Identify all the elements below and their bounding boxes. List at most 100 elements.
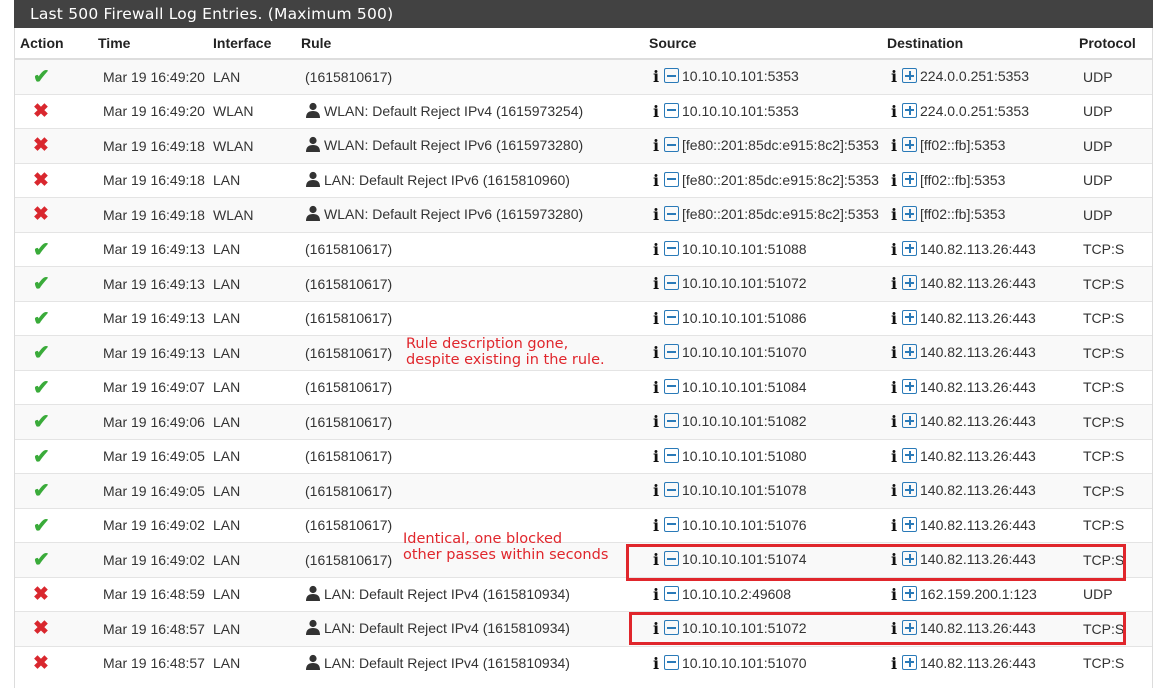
user-icon[interactable] [305, 585, 321, 604]
plus-square-icon[interactable] [902, 171, 917, 187]
info-icon[interactable]: i [891, 102, 899, 121]
user-icon[interactable] [305, 654, 321, 673]
block-x-icon[interactable]: ✖ [33, 618, 49, 639]
user-icon[interactable] [305, 205, 321, 224]
minus-square-icon[interactable] [664, 68, 679, 84]
plus-square-icon[interactable] [902, 68, 917, 84]
info-icon[interactable]: i [653, 274, 661, 293]
table-row: ✖ Mar 19 16:49:18 WLAN WLAN: Default Reject… [15, 128, 1152, 163]
info-icon[interactable]: i [891, 309, 899, 328]
minus-square-icon[interactable] [664, 413, 679, 429]
minus-square-icon[interactable] [664, 482, 679, 498]
info-icon[interactable]: i [653, 585, 661, 604]
column-header-time[interactable]: Time [98, 28, 213, 60]
plus-square-icon[interactable] [902, 447, 917, 463]
pass-check-icon[interactable]: ✔ [33, 446, 50, 468]
minus-square-icon[interactable] [664, 309, 679, 325]
pass-check-icon[interactable]: ✔ [33, 342, 50, 364]
block-x-icon[interactable]: ✖ [33, 653, 49, 674]
minus-square-icon[interactable] [664, 516, 679, 532]
info-icon[interactable]: i [653, 481, 661, 500]
info-icon[interactable]: i [891, 654, 899, 673]
info-icon[interactable]: i [653, 343, 661, 362]
pass-check-icon[interactable]: ✔ [33, 66, 50, 88]
info-icon[interactable]: i [891, 274, 899, 293]
info-icon[interactable]: i [653, 378, 661, 397]
info-icon[interactable]: i [891, 240, 899, 259]
pass-check-icon[interactable]: ✔ [33, 480, 50, 502]
info-icon[interactable]: i [891, 136, 899, 155]
minus-square-icon[interactable] [664, 206, 679, 222]
action-cell: ✔ [15, 266, 98, 301]
info-icon[interactable]: i [653, 447, 661, 466]
column-header-rule[interactable]: Rule [301, 28, 649, 60]
block-x-icon[interactable]: ✖ [33, 170, 49, 191]
pass-check-icon[interactable]: ✔ [33, 239, 50, 261]
user-icon[interactable] [305, 136, 321, 155]
info-icon[interactable]: i [891, 343, 899, 362]
user-icon[interactable] [305, 102, 321, 121]
plus-square-icon[interactable] [902, 137, 917, 153]
column-header-protocol[interactable]: Protocol [1079, 28, 1152, 60]
info-icon[interactable]: i [653, 309, 661, 328]
pass-check-icon[interactable]: ✔ [33, 411, 50, 433]
pass-check-icon[interactable]: ✔ [33, 549, 50, 571]
protocol-cell: UDP [1079, 162, 1152, 198]
pass-check-icon[interactable]: ✔ [33, 273, 50, 295]
column-header-interface[interactable]: Interface [213, 28, 301, 60]
column-header-destination[interactable]: Destination [887, 28, 1079, 60]
user-icon[interactable] [305, 171, 321, 190]
minus-square-icon[interactable] [664, 240, 679, 256]
plus-square-icon[interactable] [902, 309, 917, 325]
pass-check-icon[interactable]: ✔ [33, 515, 50, 537]
block-x-icon[interactable]: ✖ [33, 101, 49, 122]
plus-square-icon[interactable] [902, 240, 917, 256]
plus-square-icon[interactable] [902, 482, 917, 498]
block-x-icon[interactable]: ✖ [33, 584, 49, 605]
info-icon[interactable]: i [891, 378, 899, 397]
plus-square-icon[interactable] [902, 206, 917, 222]
plus-square-icon[interactable] [902, 585, 917, 601]
info-icon[interactable]: i [653, 654, 661, 673]
info-icon[interactable]: i [891, 412, 899, 431]
minus-square-icon[interactable] [664, 585, 679, 601]
info-icon[interactable]: i [653, 136, 661, 155]
user-icon[interactable] [305, 619, 321, 638]
info-icon[interactable]: i [891, 205, 899, 224]
info-icon[interactable]: i [653, 171, 661, 190]
minus-square-icon[interactable] [664, 447, 679, 463]
info-icon[interactable]: i [891, 171, 899, 190]
column-header-source[interactable]: Source [649, 28, 887, 60]
block-x-icon[interactable]: ✖ [33, 204, 49, 225]
minus-square-icon[interactable] [664, 654, 679, 670]
block-x-icon[interactable]: ✖ [33, 135, 49, 156]
plus-square-icon[interactable] [902, 654, 917, 670]
plus-square-icon[interactable] [902, 344, 917, 360]
minus-square-icon[interactable] [664, 344, 679, 360]
plus-square-icon[interactable] [902, 102, 917, 118]
plus-square-icon[interactable] [902, 378, 917, 394]
info-icon[interactable]: i [653, 102, 661, 121]
minus-square-icon[interactable] [664, 378, 679, 394]
info-icon[interactable]: i [653, 516, 661, 535]
info-icon[interactable]: i [891, 516, 899, 535]
minus-square-icon[interactable] [664, 102, 679, 118]
info-icon[interactable]: i [653, 205, 661, 224]
destination-cell: i 140.82.113.26:443 [887, 266, 1079, 301]
info-icon[interactable]: i [653, 412, 661, 431]
info-icon[interactable]: i [891, 447, 899, 466]
pass-check-icon[interactable]: ✔ [33, 377, 50, 399]
info-icon[interactable]: i [891, 67, 899, 86]
info-icon[interactable]: i [653, 240, 661, 259]
minus-square-icon[interactable] [664, 275, 679, 291]
pass-check-icon[interactable]: ✔ [33, 308, 50, 330]
minus-square-icon[interactable] [664, 137, 679, 153]
column-header-action[interactable]: Action [15, 28, 98, 60]
plus-square-icon[interactable] [902, 413, 917, 429]
minus-square-icon[interactable] [664, 171, 679, 187]
info-icon[interactable]: i [891, 481, 899, 500]
info-icon[interactable]: i [891, 585, 899, 604]
plus-square-icon[interactable] [902, 516, 917, 532]
info-icon[interactable]: i [653, 67, 661, 86]
plus-square-icon[interactable] [902, 275, 917, 291]
